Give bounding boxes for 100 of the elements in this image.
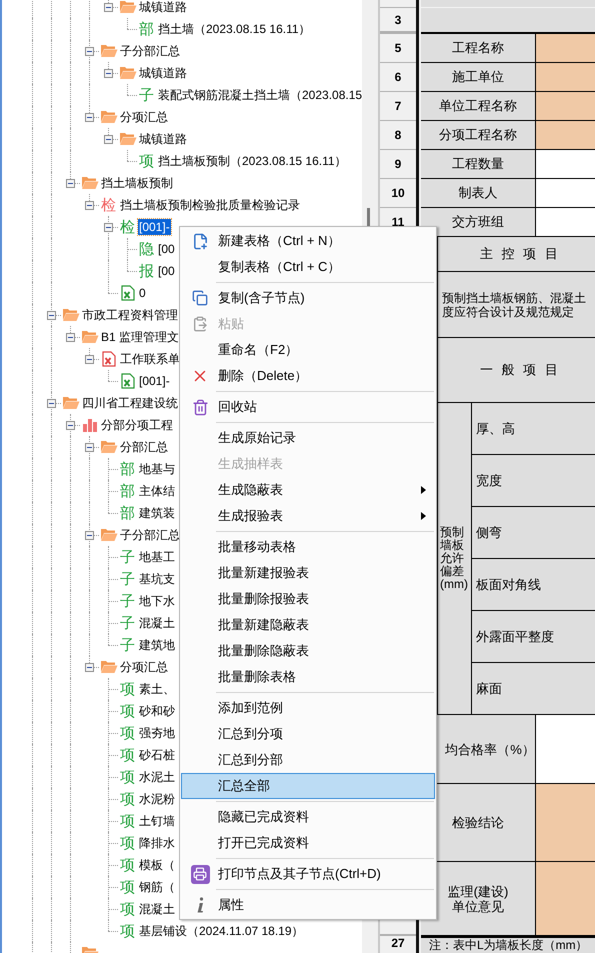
tree-item[interactable]: 分部汇总 bbox=[119, 439, 169, 455]
tree-item[interactable]: 水泥土 bbox=[138, 769, 176, 785]
tree-item[interactable]: 基层铺设（2024.11.07 18.19） bbox=[138, 923, 305, 939]
collapse-toggle[interactable] bbox=[104, 69, 113, 78]
table-cell[interactable] bbox=[536, 150, 595, 178]
menu-item[interactable]: 批量删除隐蔽表 bbox=[181, 638, 435, 664]
tree-item[interactable]: 工作联系单 bbox=[119, 351, 181, 367]
tree-item[interactable]: 挡土墙（2023.08.15 16.11） bbox=[157, 21, 312, 37]
collapse-toggle[interactable] bbox=[104, 223, 113, 232]
tree-item[interactable]: 建筑装 bbox=[138, 505, 176, 521]
menu-item[interactable]: 批量删除表格 bbox=[181, 664, 435, 690]
tree-item[interactable]: 水泥粉 bbox=[138, 791, 176, 807]
tree-item[interactable]: 地基与 bbox=[138, 461, 176, 477]
tree-item[interactable]: [001]- bbox=[138, 373, 171, 389]
collapse-toggle[interactable] bbox=[85, 663, 94, 672]
tree-item[interactable]: 挡土墙板预制检验批质量检验记录 bbox=[119, 197, 301, 213]
tree-item[interactable]: 市政工程资料管理 bbox=[81, 307, 179, 323]
node-type-mark: 隐 bbox=[139, 242, 154, 256]
collapse-toggle[interactable] bbox=[47, 311, 56, 320]
menu-item[interactable]: 复制(含子节点) bbox=[181, 285, 435, 311]
tree-item[interactable]: 模板（ bbox=[138, 857, 176, 873]
node-type-mark: 项 bbox=[120, 924, 135, 938]
collapse-toggle[interactable] bbox=[85, 201, 94, 210]
tree-item[interactable]: 城镇道路 bbox=[138, 131, 188, 147]
tree-item[interactable]: [00 bbox=[157, 263, 176, 279]
table-cell[interactable] bbox=[536, 34, 595, 62]
node-type-mark: 项 bbox=[120, 880, 135, 894]
menu-item[interactable]: 隐藏已完成资料 bbox=[181, 804, 435, 830]
collapse-toggle[interactable] bbox=[85, 443, 94, 452]
tree-item[interactable]: 地基工 bbox=[138, 549, 176, 565]
tree-item[interactable]: 素土、 bbox=[138, 681, 176, 697]
menu-item[interactable]: 重命名（F2） bbox=[181, 337, 435, 363]
menu-item[interactable]: 打开已完成资料 bbox=[181, 830, 435, 856]
menu-item[interactable]: 批量删除报验表 bbox=[181, 586, 435, 612]
collapse-toggle[interactable] bbox=[85, 47, 94, 56]
collapse-toggle[interactable] bbox=[104, 3, 113, 12]
tree-item[interactable]: 混凝土 bbox=[138, 615, 176, 631]
table-cell[interactable] bbox=[536, 208, 595, 236]
collapse-toggle[interactable] bbox=[66, 179, 75, 188]
tree-item[interactable]: 砂和砂 bbox=[138, 703, 176, 719]
collapse-toggle[interactable] bbox=[85, 355, 94, 364]
menu-item[interactable]: 批量移动表格 bbox=[181, 534, 435, 560]
table-cell[interactable] bbox=[536, 63, 595, 91]
tree-item[interactable]: 分项汇总 bbox=[119, 659, 169, 675]
menu-item[interactable]: 汇总到分部 bbox=[181, 747, 435, 773]
tree-item[interactable]: 钢筋（ bbox=[138, 879, 176, 895]
collapse-toggle[interactable] bbox=[85, 113, 94, 122]
tree-item[interactable]: 砂石桩 bbox=[138, 747, 176, 763]
tree-item[interactable]: 四川省工程建设统 bbox=[81, 395, 179, 411]
tree-item[interactable]: 分部分项工程 bbox=[100, 417, 174, 433]
info-icon bbox=[196, 897, 204, 913]
check-item-label: 侧弯 bbox=[476, 524, 502, 542]
folder-icon bbox=[100, 44, 118, 58]
menu-item[interactable]: 批量新建隐蔽表 bbox=[181, 612, 435, 638]
tree-item[interactable]: 基坑支 bbox=[138, 571, 176, 587]
tree-item[interactable]: 0 bbox=[138, 285, 147, 301]
tree-item[interactable]: 降排水 bbox=[138, 835, 176, 851]
collapse-toggle[interactable] bbox=[104, 135, 113, 144]
menu-item[interactable]: 回收站 bbox=[181, 394, 435, 420]
menu-item[interactable]: 复制表格（Ctrl + C） bbox=[181, 254, 435, 280]
table-cell[interactable] bbox=[536, 92, 595, 120]
tree-item[interactable]: 主体结 bbox=[138, 483, 176, 499]
tree-item[interactable]: 挡土墙板预制（2023.08.15 16.11） bbox=[157, 153, 348, 169]
menu-item[interactable]: 汇总全部 bbox=[181, 773, 435, 799]
tree-item[interactable]: 城镇道路 bbox=[138, 0, 188, 15]
table-cell[interactable] bbox=[536, 179, 595, 207]
menu-item[interactable]: 删除（Delete） bbox=[181, 363, 435, 389]
menu-item[interactable]: 属性 bbox=[181, 892, 435, 918]
tree-item[interactable]: [00 bbox=[157, 241, 176, 257]
tree-item[interactable]: 土钉墙 bbox=[138, 813, 176, 829]
menu-item[interactable]: 汇总到分项 bbox=[181, 721, 435, 747]
collapse-toggle[interactable] bbox=[66, 421, 75, 430]
tree-item[interactable]: 挡土墙板预制 bbox=[100, 175, 174, 191]
menu-item[interactable]: 添加到范例 bbox=[181, 695, 435, 721]
tree-item[interactable]: 地下水 bbox=[138, 593, 176, 609]
table-cell[interactable] bbox=[536, 715, 595, 783]
node-type-mark: 子 bbox=[120, 572, 135, 586]
menu-item[interactable]: 批量新建报验表 bbox=[181, 560, 435, 586]
collapse-toggle[interactable] bbox=[66, 333, 75, 342]
collapse-toggle[interactable] bbox=[85, 531, 94, 540]
menu-item[interactable]: 生成报验表 bbox=[181, 503, 435, 529]
table-cell[interactable] bbox=[536, 784, 595, 861]
tree-item[interactable]: B1 监理管理文 bbox=[100, 329, 180, 345]
menu-item[interactable]: 生成隐蔽表 bbox=[181, 477, 435, 503]
file-x-icon bbox=[102, 351, 116, 367]
tree-item[interactable]: 装配式钢筋混凝土挡土墙（2023.08.15 bbox=[157, 87, 362, 103]
tree-item[interactable]: 子分部汇总 bbox=[119, 43, 181, 59]
tree-item[interactable]: 建筑地 bbox=[138, 637, 176, 653]
tree-item[interactable]: 子分部汇总 bbox=[119, 527, 181, 543]
collapse-toggle[interactable] bbox=[47, 399, 56, 408]
tree-item[interactable]: 强夯地 bbox=[138, 725, 176, 741]
table-cell[interactable] bbox=[536, 862, 595, 935]
tree-item[interactable]: 混凝土 bbox=[138, 901, 176, 917]
submenu-arrow-icon bbox=[421, 486, 426, 494]
menu-item[interactable]: 生成原始记录 bbox=[181, 425, 435, 451]
tree-item[interactable]: [001]- bbox=[138, 219, 171, 235]
tree-item[interactable]: 分项汇总 bbox=[119, 109, 169, 125]
menu-item[interactable]: 打印节点及其子节点(Ctrl+D) bbox=[181, 861, 435, 887]
table-cell[interactable] bbox=[536, 121, 595, 149]
tree-item[interactable]: 城镇道路 bbox=[138, 65, 188, 81]
